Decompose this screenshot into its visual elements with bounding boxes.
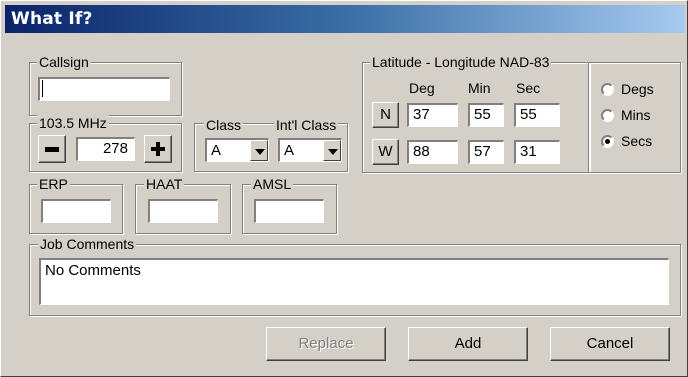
longitude-degrees-input[interactable]: 88 bbox=[406, 139, 459, 165]
text-cursor bbox=[42, 80, 43, 97]
channel-field[interactable]: 278 bbox=[75, 136, 136, 162]
sec-column-header: Sec bbox=[516, 80, 541, 96]
latitude-minutes-input[interactable]: 55 bbox=[467, 102, 505, 128]
latitude-degrees-input[interactable]: 37 bbox=[406, 102, 459, 128]
haat-input[interactable] bbox=[147, 198, 219, 224]
degs-label[interactable]: Degs bbox=[621, 81, 654, 97]
intl-class-label: Int'l Class bbox=[274, 117, 339, 133]
cancel-button[interactable]: Cancel bbox=[550, 327, 670, 361]
deg-column-header: Deg bbox=[409, 80, 435, 96]
intl-class-select[interactable]: A bbox=[278, 138, 342, 162]
increment-channel-button[interactable] bbox=[144, 135, 172, 163]
longitude-seconds-input[interactable]: 31 bbox=[513, 139, 561, 165]
longitude-minutes-input[interactable]: 57 bbox=[467, 139, 505, 165]
amsl-legend: AMSL bbox=[251, 176, 294, 192]
title-bar[interactable]: What If? bbox=[5, 5, 685, 33]
window-title: What If? bbox=[11, 9, 93, 29]
erp-input[interactable] bbox=[40, 198, 112, 224]
class-select[interactable]: A bbox=[205, 138, 269, 162]
chevron-down-icon[interactable] bbox=[323, 140, 341, 161]
class-select-value: A bbox=[211, 142, 222, 159]
min-column-header: Min bbox=[468, 80, 491, 96]
amsl-input[interactable] bbox=[253, 198, 325, 224]
latitude-hemisphere-button[interactable]: N bbox=[372, 102, 399, 128]
chevron-down-icon[interactable] bbox=[250, 140, 268, 161]
frequency-legend: 103.5 MHz bbox=[37, 115, 109, 131]
secs-radio[interactable] bbox=[601, 135, 614, 148]
mins-label[interactable]: Mins bbox=[621, 107, 651, 123]
erp-legend: ERP bbox=[37, 176, 70, 192]
degs-radio[interactable] bbox=[601, 83, 614, 96]
job-comments-legend: Job Comments bbox=[38, 236, 137, 252]
longitude-hemisphere-button[interactable]: W bbox=[372, 139, 399, 165]
secs-label[interactable]: Secs bbox=[621, 133, 652, 149]
decrement-channel-button[interactable] bbox=[38, 135, 66, 163]
add-button[interactable]: Add bbox=[408, 327, 528, 361]
class-label: Class bbox=[204, 117, 244, 133]
what-if-dialog: What If? Callsign 103.5 MHz 278 Class In… bbox=[0, 0, 688, 377]
replace-button[interactable]: Replace bbox=[266, 327, 386, 361]
latitude-seconds-input[interactable]: 55 bbox=[513, 102, 561, 128]
latlon-legend: Latitude - Longitude NAD-83 bbox=[370, 54, 552, 70]
haat-legend: HAAT bbox=[144, 176, 185, 192]
callsign-input[interactable] bbox=[37, 76, 171, 102]
job-comments-textarea[interactable]: No Comments bbox=[38, 257, 670, 306]
callsign-legend: Callsign bbox=[37, 54, 91, 70]
mins-radio[interactable] bbox=[601, 109, 614, 122]
intl-class-select-value: A bbox=[284, 142, 295, 159]
